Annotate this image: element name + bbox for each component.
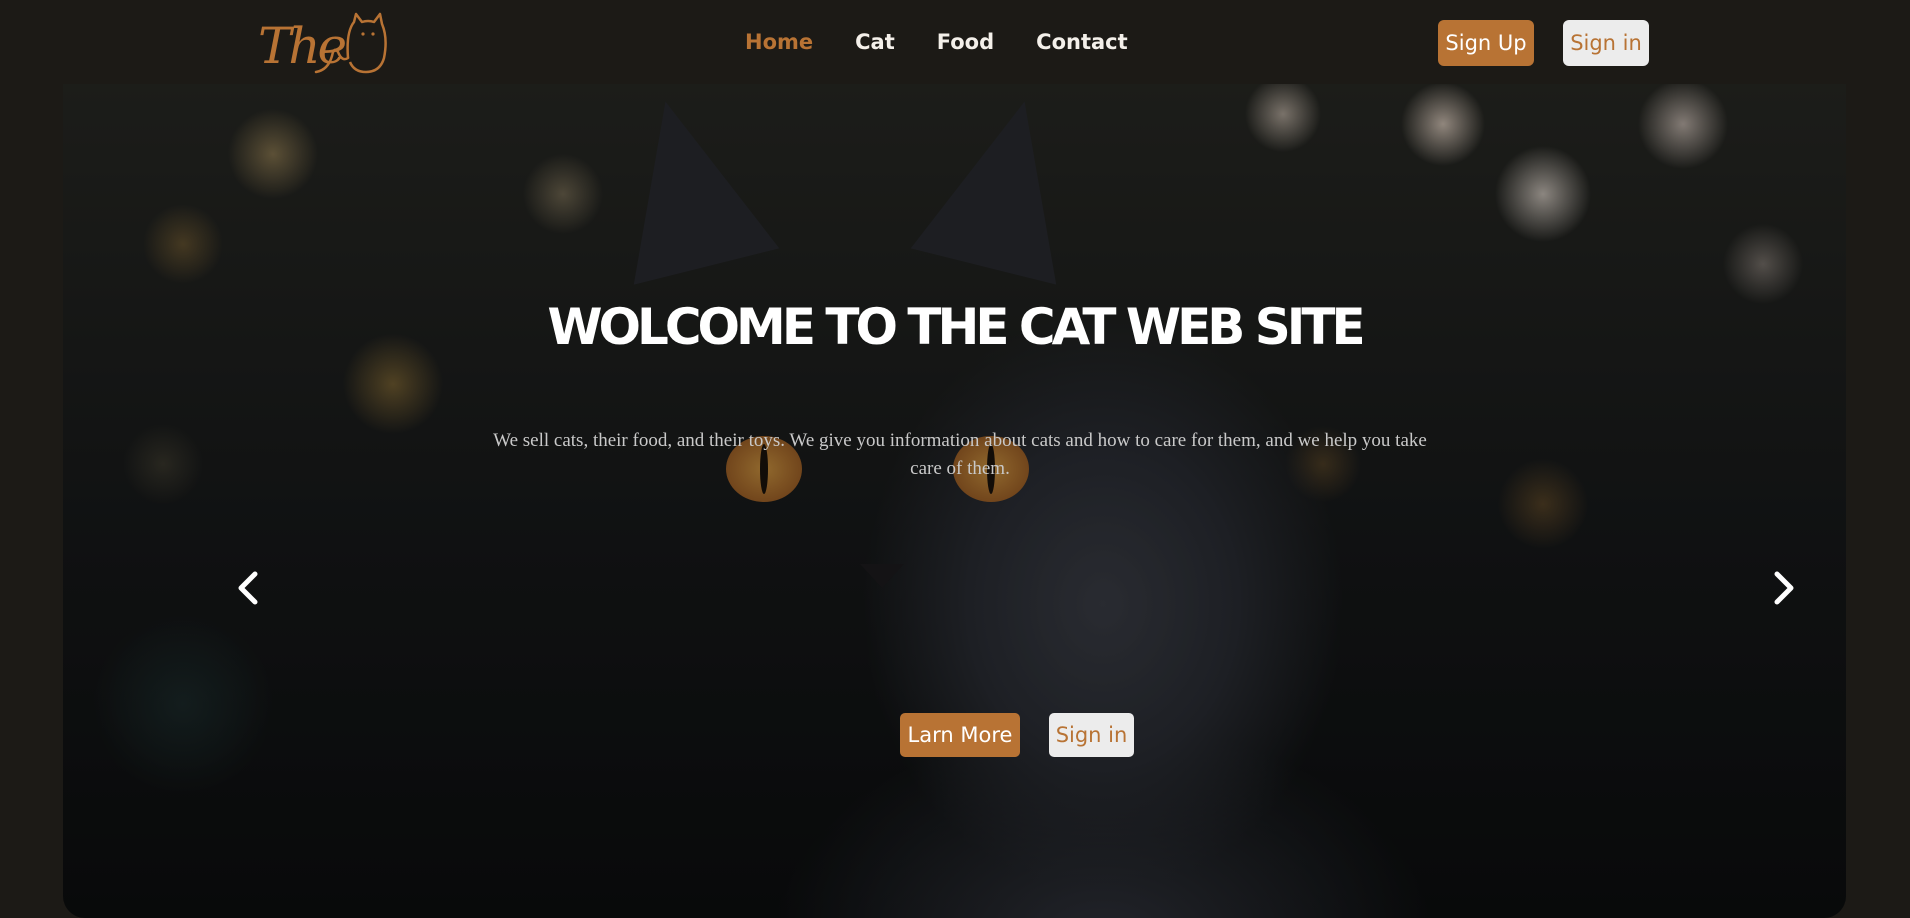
cat-logo-icon <box>314 12 387 74</box>
nav-links: Home Cat Food Contact <box>745 24 1128 60</box>
nav-link-contact[interactable]: Contact <box>1036 30 1128 54</box>
hero-overlay <box>63 84 1846 918</box>
navbar: The Home Cat Food Contact Sign Up Sign i… <box>0 0 1910 84</box>
sign-in-button[interactable]: Sign in <box>1563 20 1649 66</box>
sign-up-button[interactable]: Sign Up <box>1438 20 1534 66</box>
nav-link-home[interactable]: Home <box>745 30 813 54</box>
chevron-right-icon[interactable] <box>1763 568 1803 608</box>
hero-sign-in-button[interactable]: Sign in <box>1049 713 1134 757</box>
hero-title: WOLCOME TO THE CAT WEB SITE <box>547 298 1365 356</box>
logo[interactable]: The <box>258 10 388 78</box>
nav-link-food[interactable]: Food <box>937 30 994 54</box>
hero-carousel: WOLCOME TO THE CAT WEB SITE We sell cats… <box>63 84 1846 918</box>
hero-description: We sell cats, their food, and their toys… <box>493 430 1427 479</box>
page: The Home Cat Food Contact Sign Up Sign i… <box>0 0 1910 918</box>
nav-link-cat[interactable]: Cat <box>855 30 895 54</box>
learn-more-button[interactable]: Larn More <box>900 713 1020 757</box>
chevron-left-icon[interactable] <box>229 568 269 608</box>
